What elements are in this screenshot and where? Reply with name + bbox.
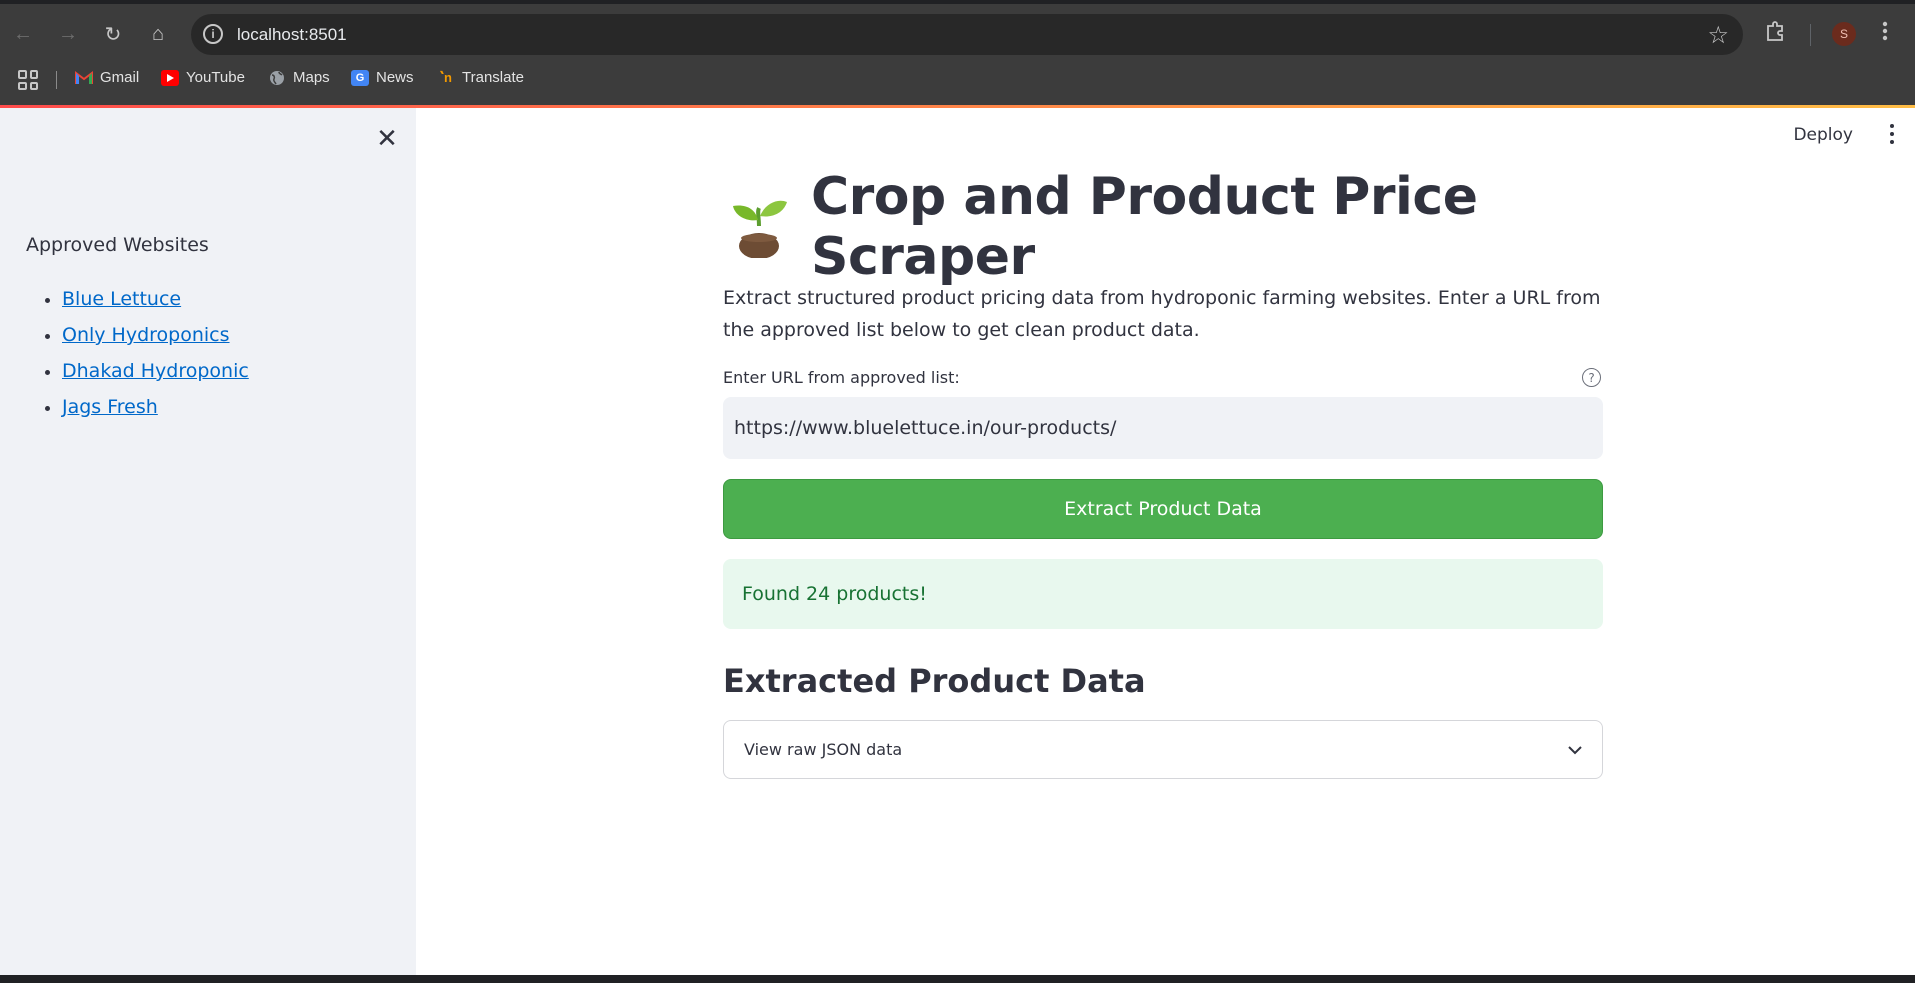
toolbar-divider [1810,24,1811,46]
link-dhakad-hydroponic[interactable]: Dhakad Hydroponic [62,360,249,382]
bookmarks-separator [56,71,57,89]
list-item: Dhakad Hydroponic [62,360,249,396]
bookmark-label: Gmail [100,69,140,86]
browser-chrome: ← → ↻ ⌂ i localhost:8501 ☆ S Gmail YouTu… [0,0,1915,107]
globe-icon [268,70,286,86]
content-block: Crop and Product Price Scraper Extract s… [723,167,1603,779]
section-title: Extracted Product Data [723,662,1146,700]
address-bar[interactable]: i localhost:8501 ☆ [191,14,1743,55]
browser-menu-icon[interactable] [1882,20,1888,48]
chevron-down-icon [1568,740,1582,759]
expander-label: View raw JSON data [744,740,903,759]
main-content: Deploy Crop and Product Price Scraper Ex… [416,108,1915,975]
address-bar-url[interactable]: localhost:8501 [237,25,347,45]
bookmark-youtube[interactable]: YouTube [161,69,245,86]
list-item: Jags Fresh [62,396,249,432]
approved-websites-list: Blue Lettuce Only Hydroponics Dhakad Hyd… [62,288,249,432]
extract-product-data-button[interactable]: Extract Product Data [723,479,1603,539]
bookmark-gmail[interactable]: Gmail [75,69,139,86]
site-info-icon[interactable]: i [203,24,223,44]
deploy-button[interactable]: Deploy [1793,125,1853,145]
sidebar-heading: Approved Websites [26,234,209,256]
bookmark-label: Translate [462,69,524,86]
bookmark-label: YouTube [186,69,245,86]
youtube-icon [161,69,179,86]
url-field-label: Enter URL from approved list: [723,368,960,387]
success-alert: Found 24 products! [723,559,1603,629]
url-field-label-row: Enter URL from approved list: ? [723,368,1603,387]
gmail-icon [75,70,93,86]
description-text: Extract structured product pricing data … [723,287,1601,341]
link-jags-fresh[interactable]: Jags Fresh [62,396,158,418]
bookmark-translate[interactable]: ՝n Translate [437,69,524,86]
reload-button[interactable]: ↻ [99,20,127,48]
bookmark-maps[interactable]: Maps [268,69,330,86]
sidebar: ✕ Approved Websites Blue Lettuce Only Hy… [0,108,416,975]
app-menu-icon[interactable] [1887,124,1897,144]
seedling-icon [729,196,791,259]
bookmark-news[interactable]: G News [351,69,414,86]
apps-grid-icon[interactable] [18,70,38,90]
back-button[interactable]: ← [9,20,37,48]
translate-icon: ՝n [439,69,453,85]
home-button[interactable]: ⌂ [144,20,172,48]
link-only-hydroponics[interactable]: Only Hydroponics [62,324,230,346]
profile-avatar[interactable]: S [1832,22,1856,46]
extensions-icon[interactable] [1764,20,1786,48]
tab-strip [0,0,1915,4]
url-input[interactable] [723,397,1603,459]
google-news-icon: G [351,69,369,86]
help-icon[interactable]: ? [1582,368,1601,387]
list-item: Only Hydroponics [62,324,249,360]
link-blue-lettuce[interactable]: Blue Lettuce [62,288,181,310]
bookmark-star-icon[interactable]: ☆ [1707,21,1729,50]
list-item: Blue Lettuce [62,288,249,324]
bookmarks-bar: Gmail YouTube Maps G News ՝n Translate [0,63,1915,97]
json-expander[interactable]: View raw JSON data [723,720,1603,779]
title-text: Crop and Product Price Scraper [811,167,1478,287]
page-title: Crop and Product Price Scraper [723,167,1603,287]
close-sidebar-icon[interactable]: ✕ [373,123,401,153]
bookmark-label: Maps [293,69,330,86]
taskbar-strip [0,975,1915,983]
forward-button[interactable]: → [54,20,82,48]
bookmark-label: News [376,69,414,86]
